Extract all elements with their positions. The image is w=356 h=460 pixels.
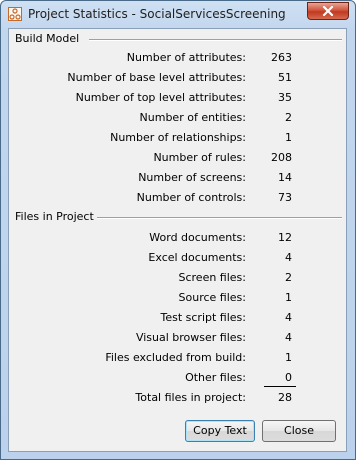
file-row-excluded-from-build: Files excluded from build: 1 (9, 351, 348, 365)
build-model-header: Build Model (15, 32, 80, 45)
stat-label: Excel documents: (148, 251, 246, 264)
total-value: 28 (278, 391, 292, 404)
stat-value: 208 (271, 151, 292, 164)
close-icon (322, 6, 334, 16)
close-window-button[interactable] (307, 2, 349, 20)
project-statistics-dialog: Project Statistics - SocialServicesScree… (0, 0, 356, 460)
stat-label: Word documents: (149, 231, 246, 244)
stat-label: Visual browser files: (135, 331, 246, 344)
stat-row-entities: Number of entities: 2 (9, 111, 348, 125)
stat-label: Test script files: (160, 311, 247, 324)
file-row-total: Total files in project: 28 (9, 391, 348, 405)
stat-value: 51 (278, 71, 292, 84)
files-in-project-divider (97, 217, 342, 219)
stat-value: 14 (278, 171, 292, 184)
files-in-project-header: Files in Project (15, 210, 94, 223)
window-title: Project Statistics - SocialServicesScree… (28, 7, 286, 21)
file-row-screen-files: Screen files: 2 (9, 271, 348, 285)
stat-row-controls: Number of controls: 73 (9, 191, 348, 205)
stat-value: 1 (285, 351, 292, 364)
stat-row-attributes: Number of attributes: 263 (9, 51, 348, 65)
close-button[interactable]: Close (262, 420, 336, 442)
stat-value: 4 (285, 311, 292, 324)
stat-label: Number of rules: (153, 151, 246, 164)
stat-label: Number of relationships: (110, 131, 246, 144)
stat-label: Screen files: (178, 271, 246, 284)
stat-row-rules: Number of rules: 208 (9, 151, 348, 165)
stat-label: Number of base level attributes: (67, 71, 246, 84)
dialog-body: Build Model Number of attributes: 263 Nu… (8, 28, 347, 452)
stat-row-base-level-attributes: Number of base level attributes: 51 (9, 71, 348, 85)
stat-label: Number of top level attributes: (75, 91, 246, 104)
stat-label: Source files: (178, 291, 246, 304)
title-bar[interactable]: Project Statistics - SocialServicesScree… (1, 1, 355, 27)
stat-label: Number of attributes: (126, 51, 246, 64)
stat-value: 35 (278, 91, 292, 104)
stat-row-relationships: Number of relationships: 1 (9, 131, 348, 145)
stat-row-screens: Number of screens: 14 (9, 171, 348, 185)
stat-row-top-level-attributes: Number of top level attributes: 35 (9, 91, 348, 105)
stat-label: Number of screens: (138, 171, 246, 184)
app-icon (8, 7, 22, 21)
total-underline (264, 386, 296, 387)
file-row-test-script-files: Test script files: 4 (9, 311, 348, 325)
stat-value: 1 (285, 291, 292, 304)
copy-text-button[interactable]: Copy Text (185, 420, 255, 442)
total-label: Total files in project: (135, 391, 246, 404)
stat-value: 263 (271, 51, 292, 64)
stat-value: 73 (278, 191, 292, 204)
file-row-visual-browser-files: Visual browser files: 4 (9, 331, 348, 345)
stat-label: Number of entities: (139, 111, 246, 124)
stat-value: 0 (285, 371, 292, 384)
file-row-other-files: Other files: 0 (9, 371, 348, 385)
file-row-source-files: Source files: 1 (9, 291, 348, 305)
stat-value: 2 (285, 111, 292, 124)
build-model-divider (89, 39, 342, 41)
stat-value: 4 (285, 331, 292, 344)
stat-value: 12 (278, 231, 292, 244)
file-row-word-documents: Word documents: 12 (9, 231, 348, 245)
stat-value: 2 (285, 271, 292, 284)
stat-label: Files excluded from build: (105, 351, 246, 364)
file-row-excel-documents: Excel documents: 4 (9, 251, 348, 265)
stat-value: 4 (285, 251, 292, 264)
stat-value: 1 (285, 131, 292, 144)
stat-label: Number of controls: (136, 191, 246, 204)
stat-label: Other files: (185, 371, 246, 384)
